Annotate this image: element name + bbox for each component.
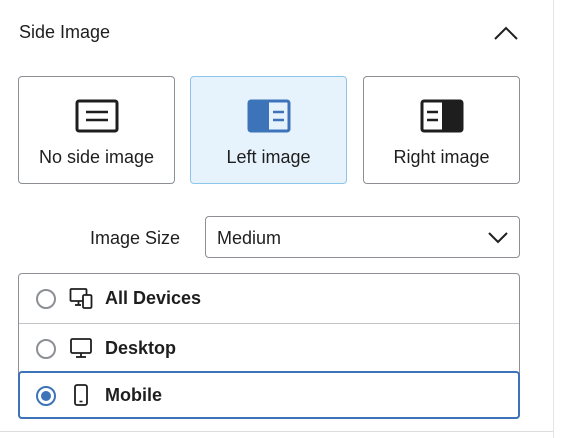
chevron-down-icon [488, 232, 508, 244]
device-visibility-group: All Devices Desktop Mobile [18, 273, 520, 419]
image-size-value: Medium [217, 228, 282, 248]
radio-button[interactable] [36, 339, 56, 359]
right-image-icon [420, 99, 463, 133]
option-label: No side image [38, 147, 155, 167]
section-title: Side Image [19, 22, 111, 42]
radio-button-checked[interactable] [36, 386, 56, 406]
device-label: Desktop [105, 338, 177, 358]
mobile-icon [74, 384, 88, 406]
chevron-up-icon [494, 26, 518, 40]
left-image-icon [247, 99, 290, 133]
side-image-panel: Side Image No side image Left image Righ… [0, 0, 553, 438]
all-devices-icon [69, 288, 93, 309]
collapse-button[interactable] [490, 20, 522, 46]
option-label: Right image [393, 147, 490, 167]
no-side-image-icon [75, 99, 118, 133]
panel-divider [553, 0, 554, 438]
radio-button[interactable] [36, 289, 56, 309]
option-label: Left image [226, 147, 311, 167]
device-label: Mobile [105, 385, 162, 405]
device-option-all-devices[interactable]: All Devices [19, 274, 519, 322]
left-image-option[interactable]: Left image [190, 76, 347, 184]
no-side-image-option[interactable]: No side image [18, 76, 175, 184]
desktop-icon [70, 338, 92, 358]
side-image-options: No side image Left image Right image [18, 76, 520, 184]
device-label: All Devices [105, 288, 202, 308]
device-option-desktop[interactable]: Desktop [19, 323, 519, 371]
right-image-option[interactable]: Right image [363, 76, 520, 184]
image-size-label: Image Size [90, 228, 181, 248]
image-size-select[interactable]: Medium [205, 216, 520, 258]
bottom-divider [0, 431, 553, 432]
device-option-mobile[interactable]: Mobile [18, 371, 520, 419]
